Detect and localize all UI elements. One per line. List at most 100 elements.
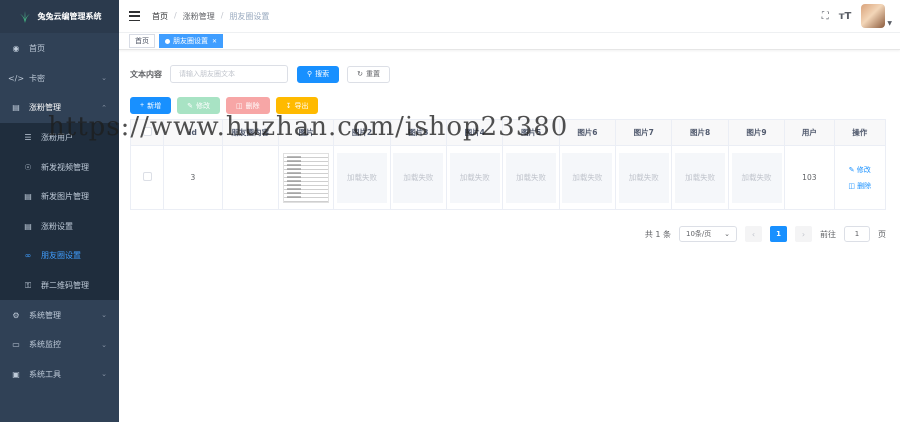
row-checkbox[interactable] [142, 172, 152, 181]
column-header: 图片6 [559, 119, 617, 146]
sidebar-item-fans-settings[interactable]: ▤ 涨粉设置 [0, 212, 119, 242]
chevron-down-icon: ⌄ [101, 340, 107, 349]
dashboard-icon: ◉ [12, 44, 20, 54]
sidebar-item-label: 朋友圈设置 [41, 251, 81, 261]
sidebar-item-moments-settings[interactable]: ∞ 朋友圈设置 [0, 241, 119, 271]
search-button-label: 搜索 [315, 71, 330, 78]
add-button[interactable]: + 新增 [130, 97, 172, 114]
sidebar-item-video[interactable]: ☉ 新发视频管理 [0, 152, 119, 182]
breadcrumb-separator: / [220, 10, 224, 20]
sidebar-item-qrcode[interactable]: ⚿ 群二维码管理 [0, 271, 119, 301]
column-header: 图片4 [446, 119, 504, 146]
caret-down-icon[interactable]: ▼ [887, 20, 892, 27]
image-error: 加载失败 [393, 152, 444, 203]
export-button-label: 导出 [294, 102, 309, 110]
document-icon: ▤ [24, 192, 32, 202]
breadcrumb-item-fans: 涨粉管理 [182, 11, 215, 21]
search-input[interactable]: 请输入朋友圈文本 [170, 65, 288, 83]
image-error: 加载失败 [618, 152, 669, 203]
trash-icon: ◫ [235, 102, 243, 110]
column-header: 图片5 [502, 119, 560, 146]
sidebar-item-label: 系统监控 [29, 340, 61, 350]
toolbox-icon: ▣ [12, 369, 20, 379]
tag-home[interactable]: 首页 [129, 34, 155, 48]
trash-icon: ◫ [848, 181, 855, 190]
sidebar-item-fans[interactable]: ▤ 涨粉管理 ⌃ [0, 93, 119, 123]
navbar: 首页 / 涨粉管理 / 朋友圈设置 ⛶ тT ▼ [119, 0, 900, 33]
sidebar-item-label: 新发图片管理 [41, 192, 89, 202]
sidebar-item-card[interactable]: </> 卡密 ⌄ [0, 64, 119, 94]
fullscreen-icon[interactable]: ⛶ [822, 11, 829, 22]
hamburger-icon[interactable] [129, 11, 140, 21]
cell-image [278, 145, 335, 210]
column-header: 图片 [278, 119, 335, 146]
header-checkbox-cell [130, 119, 165, 146]
cell-image7: 加载失败 [615, 145, 673, 210]
goto-page-input[interactable]: 1 [844, 226, 870, 242]
goto-suffix: 页 [878, 229, 886, 239]
image-thumbnail[interactable] [283, 152, 330, 203]
row-delete-link[interactable]: ◫ 删除 [848, 181, 871, 191]
cell-image9: 加载失败 [728, 145, 786, 210]
search-form: 文本内容 请输入朋友圈文本 ⚲ 搜索 ↻ 重置 [130, 65, 391, 83]
prev-page-button[interactable]: ‹ [745, 226, 762, 242]
row-actions: ✎ 修改 ◫ 删除 [835, 165, 886, 191]
image-error: 加载失败 [675, 152, 726, 203]
cell-image6: 加载失败 [559, 145, 617, 210]
document-icon: ▤ [12, 103, 20, 113]
delete-button[interactable]: ◫ 删除 [225, 97, 270, 114]
column-header: 图片7 [615, 119, 673, 146]
edit-icon: ✎ [187, 102, 193, 110]
page-number[interactable]: 1 [770, 226, 787, 242]
add-button-label: 新增 [147, 102, 162, 110]
sidebar-item-image[interactable]: ▤ 新发图片管理 [0, 182, 119, 212]
sidebar-item-label: 群二维码管理 [41, 281, 89, 291]
search-button[interactable]: ⚲ 搜索 [297, 65, 340, 83]
sidebar-item-system[interactable]: ⚙ 系统管理 ⌄ [0, 300, 119, 330]
column-header: 图片9 [728, 119, 786, 146]
reset-button[interactable]: ↻ 重置 [347, 65, 391, 83]
cell-image8: 加载失败 [671, 145, 729, 210]
sidebar-item-fans-users[interactable]: ☰ 涨粉用户 [0, 123, 119, 153]
sidebar-item-tools[interactable]: ▣ 系统工具 ⌄ [0, 360, 119, 390]
toolbar: + 新增 ✎ 修改 ◫ 删除 ↧ 导出 [130, 97, 319, 114]
sidebar-item-home[interactable]: ◉ 首页 [0, 34, 119, 64]
select-all-checkbox[interactable] [142, 127, 152, 136]
font-size-icon[interactable]: тT [839, 11, 852, 22]
close-icon[interactable]: ✕ [212, 38, 217, 45]
breadcrumb-item-current: 朋友圈设置 [229, 11, 270, 21]
link-icon: ∞ [24, 251, 32, 261]
search-icon: ⚲ [307, 71, 313, 78]
page-size-select[interactable]: 10条/页 ⌄ [679, 226, 737, 242]
download-icon: ↧ [285, 102, 292, 110]
column-header: 操作 [834, 119, 886, 146]
next-page-button[interactable]: › [795, 226, 812, 242]
tag-label: 朋友圈设置 [173, 37, 208, 45]
breadcrumb-item-home[interactable]: 首页 [152, 11, 168, 22]
checkbox-cell [130, 145, 165, 210]
export-button[interactable]: ↧ 导出 [275, 97, 319, 114]
table-header-row: id 朋友圈内容 图片 图片2 图片3 图片4 图片5 图片6 图片7 图片8 … [130, 119, 886, 146]
edit-icon: ✎ [848, 165, 855, 174]
edit-button[interactable]: ✎ 修改 [177, 97, 220, 114]
code-icon: </> [7, 73, 25, 83]
cell-user: 103 [784, 145, 835, 210]
chevron-up-icon: ⌃ [101, 103, 107, 112]
user-list-icon: ☰ [24, 133, 32, 143]
avatar[interactable] [861, 4, 886, 28]
image-error: 加载失败 [562, 152, 613, 203]
refresh-icon: ↻ [357, 71, 364, 78]
sidebar-item-label: 涨粉设置 [41, 221, 73, 231]
row-edit-link[interactable]: ✎ 修改 [849, 165, 871, 175]
sidebar-item-monitor[interactable]: ▭ 系统监控 ⌄ [0, 330, 119, 360]
sidebar-item-label: 首页 [29, 44, 45, 54]
delete-button-label: 删除 [245, 102, 260, 110]
table-row: 3 加载失败 加载失败 加载失败 加载失败 加载失败 加载失败 加载失败 加载失… [130, 145, 886, 210]
cell-content [222, 145, 279, 210]
column-header: 图片2 [333, 119, 391, 146]
sidebar: 兔兔云编管理系统 ◉ 首页 </> 卡密 ⌄ ▤ 涨粉管理 ⌃ ☰ 涨粉用户 ☉… [0, 0, 119, 422]
goto-prefix: 前往 [820, 229, 836, 239]
sidebar-item-label: 新发视频管理 [41, 162, 89, 172]
gear-icon: ⚙ [12, 310, 20, 320]
tag-current[interactable]: 朋友圈设置 ✕ [159, 34, 224, 48]
